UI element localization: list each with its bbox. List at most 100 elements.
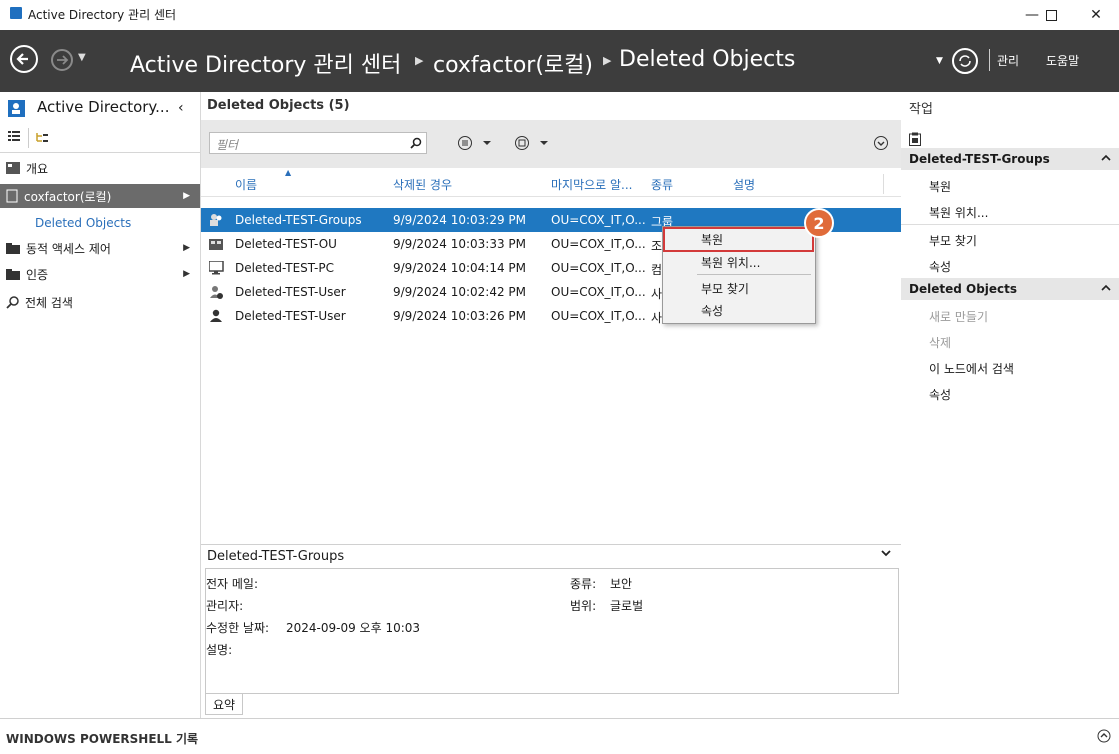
row-deleted: 9/9/2024 10:02:42 PM bbox=[393, 285, 527, 299]
forward-icon[interactable] bbox=[51, 49, 73, 71]
column-last-known-parent[interactable]: 마지막으로 알... bbox=[551, 176, 633, 193]
close-button[interactable]: ✕ bbox=[1073, 0, 1119, 30]
sidebar-item-overview[interactable]: 개요 bbox=[0, 156, 200, 180]
task-restore-to[interactable]: 복원 위치... bbox=[901, 198, 1119, 224]
content-pane: Deleted Objects (5) 필터 ▲ 이름 삭제된 경우 마지막으로… bbox=[200, 92, 903, 718]
user-icon bbox=[210, 309, 222, 322]
nav-dropdown-icon[interactable]: ▼ bbox=[936, 56, 943, 66]
row-type: 사 bbox=[651, 287, 663, 301]
sidebar-item-dynamic-access[interactable]: 동적 액세스 제어 ▶ bbox=[0, 236, 200, 260]
expand-icon[interactable]: ▶ bbox=[183, 243, 190, 253]
breadcrumb-domain[interactable]: coxfactor(로컬) bbox=[433, 47, 593, 79]
menu-item-locate-parent[interactable]: 부모 찾기 bbox=[663, 277, 813, 299]
folder-icon bbox=[6, 242, 20, 254]
expand-filter-icon[interactable] bbox=[873, 135, 889, 151]
row-deleted: 9/9/2024 10:04:14 PM bbox=[393, 261, 527, 275]
filter-bar: 필터 bbox=[201, 120, 902, 168]
search-icon[interactable] bbox=[410, 137, 422, 149]
tasks-pane: 작업 Deleted-TEST-Groups 복원 복원 위치... 부모 찾기… bbox=[901, 92, 1119, 718]
list-view-icon[interactable] bbox=[8, 130, 20, 142]
app-icon bbox=[10, 7, 22, 19]
folder-icon bbox=[6, 268, 20, 280]
window-title: Active Directory 관리 센터 bbox=[28, 8, 177, 22]
row-parent: OU=COX_IT,O... bbox=[551, 261, 646, 275]
divider bbox=[989, 49, 990, 71]
modified-label: 수정한 날짜: bbox=[206, 621, 270, 635]
task-locate-parent[interactable]: 부모 찾기 bbox=[901, 226, 1119, 252]
column-type[interactable]: 종류 bbox=[651, 176, 673, 193]
row-parent: OU=COX_IT,O... bbox=[551, 213, 646, 227]
back-icon[interactable] bbox=[10, 45, 38, 73]
row-name: Deleted-TEST-PC bbox=[235, 261, 334, 275]
tab-summary[interactable]: 요약 bbox=[205, 694, 243, 715]
expand-icon[interactable]: ▶ bbox=[183, 269, 190, 279]
refresh-icon[interactable] bbox=[952, 48, 978, 74]
chevron-down-icon[interactable] bbox=[881, 548, 891, 558]
divider bbox=[901, 224, 1119, 225]
view-options-button[interactable] bbox=[457, 135, 493, 151]
detail-summary: 전자 메일: 관리자: 수정한 날짜: 2024-09-09 오후 10:03 … bbox=[205, 568, 899, 694]
section-header-selected[interactable]: Deleted-TEST-Groups bbox=[901, 148, 1119, 170]
row-type: 조 bbox=[651, 239, 663, 253]
breadcrumb-current[interactable]: Deleted Objects bbox=[619, 47, 795, 72]
filter-placeholder: 필터 bbox=[216, 138, 239, 152]
row-name: Deleted-TEST-OU bbox=[235, 237, 337, 251]
tasks-title: 작업 bbox=[909, 102, 933, 117]
row-parent: OU=COX_IT,O... bbox=[551, 237, 646, 251]
row-deleted: 9/9/2024 10:03:26 PM bbox=[393, 309, 527, 323]
sidebar-item-deleted-objects[interactable]: Deleted Objects bbox=[35, 216, 131, 230]
overview-icon bbox=[6, 162, 20, 174]
save-query-button[interactable] bbox=[514, 135, 550, 151]
expand-icon[interactable]: ▶ bbox=[183, 191, 190, 201]
task-restore[interactable]: 복원 bbox=[901, 172, 1119, 198]
scope-label: 범위: bbox=[570, 599, 597, 613]
breadcrumb-separator-icon[interactable]: ▶ bbox=[603, 54, 611, 67]
sidebar-item-authentication[interactable]: 인증 ▶ bbox=[0, 262, 200, 286]
powershell-history-bar[interactable]: WINDOWS POWERSHELL 기록 bbox=[0, 718, 1119, 754]
breadcrumb-separator-icon[interactable]: ▶ bbox=[415, 54, 423, 67]
manage-menu[interactable]: 관리 bbox=[997, 52, 1019, 69]
task-label: 새로 만들기 bbox=[929, 310, 989, 324]
menu-item-label: 부모 찾기 bbox=[701, 282, 749, 296]
ad-icon bbox=[8, 100, 25, 117]
detail-title: Deleted-TEST-Groups bbox=[207, 549, 345, 564]
step-badge: 2 bbox=[804, 208, 834, 238]
tree-view-toggle[interactable] bbox=[28, 128, 199, 148]
email-label: 전자 메일: bbox=[206, 577, 259, 591]
column-name[interactable]: 이름 bbox=[235, 176, 257, 193]
column-description[interactable]: 설명 bbox=[733, 176, 755, 193]
row-parent: OU=COX_IT,O... bbox=[551, 285, 646, 299]
detail-header[interactable]: Deleted-TEST-Groups bbox=[201, 544, 902, 567]
collapse-pane-icon[interactable]: ‹ bbox=[178, 100, 184, 116]
section-header-deleted-objects[interactable]: Deleted Objects bbox=[901, 278, 1119, 300]
menu-item-properties[interactable]: 속성 bbox=[663, 299, 813, 321]
section-label: Deleted Objects bbox=[909, 282, 1018, 296]
expand-up-icon[interactable] bbox=[1097, 729, 1111, 743]
column-deleted[interactable]: 삭제된 경우 bbox=[393, 176, 452, 193]
task-label: 이 노드에서 검색 bbox=[929, 362, 1014, 376]
scope-value: 글로벌 bbox=[610, 599, 644, 613]
breadcrumb-root[interactable]: Active Directory 관리 센터 bbox=[130, 47, 401, 79]
maximize-button[interactable] bbox=[1028, 0, 1074, 30]
chevron-up-icon[interactable] bbox=[1101, 154, 1111, 162]
sidebar-item-global-search[interactable]: 전체 검색 bbox=[0, 290, 200, 314]
task-node-properties[interactable]: 속성 bbox=[901, 380, 1119, 406]
menu-separator bbox=[697, 274, 811, 275]
sort-ascending-icon: ▲ bbox=[285, 168, 292, 177]
menu-item-restore-to[interactable]: 복원 위치... bbox=[663, 251, 813, 273]
clipboard-icon[interactable] bbox=[909, 132, 921, 146]
help-menu[interactable]: 도움말 bbox=[1046, 52, 1079, 69]
row-deleted: 9/9/2024 10:03:29 PM bbox=[393, 213, 527, 227]
task-search-node[interactable]: 이 노드에서 검색 bbox=[901, 354, 1119, 380]
chevron-up-icon[interactable] bbox=[1101, 284, 1111, 292]
description-label: 설명: bbox=[206, 643, 233, 657]
task-delete: 삭제 bbox=[901, 328, 1119, 354]
task-properties[interactable]: 속성 bbox=[901, 252, 1119, 278]
history-dropdown-icon[interactable]: ▼ bbox=[78, 52, 86, 63]
row-name: Deleted-TEST-User bbox=[235, 309, 346, 323]
sidebar-item-domain[interactable]: coxfactor(로컬) ▶ bbox=[0, 184, 200, 208]
type-label: 종류: bbox=[570, 577, 597, 591]
filter-input[interactable]: 필터 bbox=[209, 132, 427, 154]
search-icon bbox=[6, 295, 19, 309]
highlight-box bbox=[663, 227, 814, 252]
